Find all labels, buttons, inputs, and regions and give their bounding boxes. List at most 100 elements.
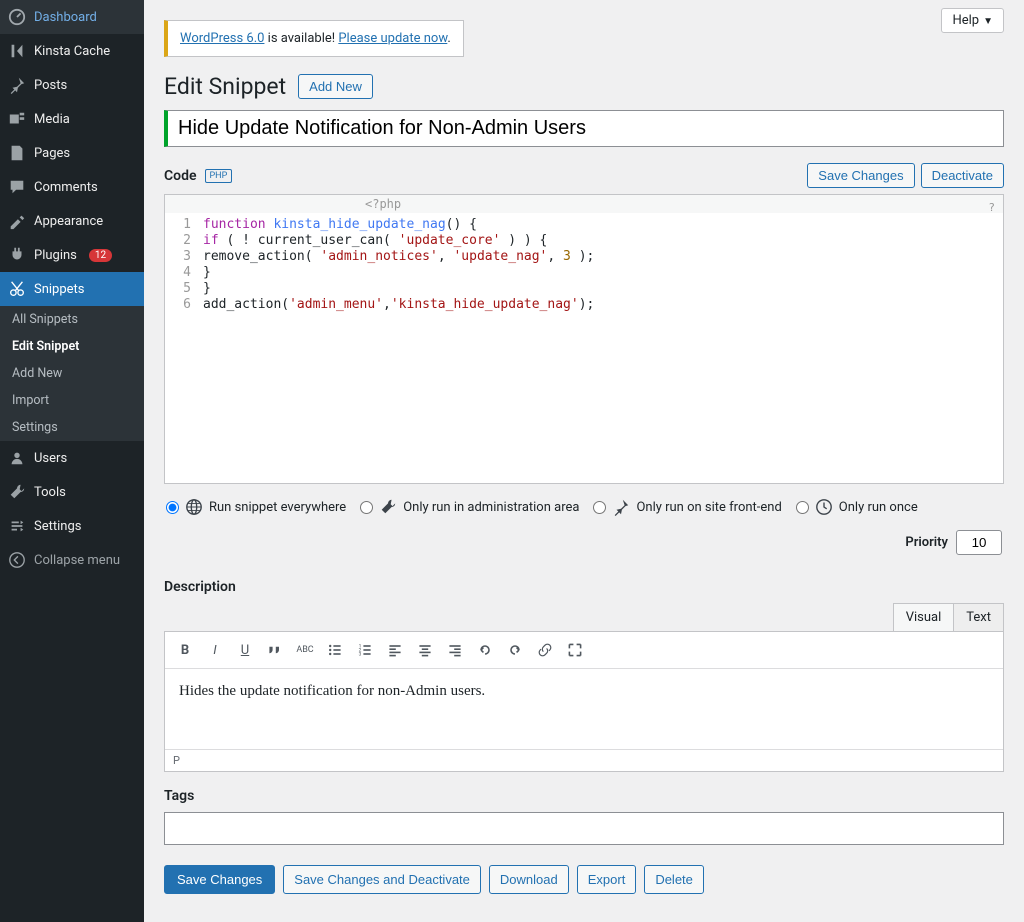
align-right-button[interactable] (443, 638, 467, 662)
clock-icon (815, 498, 833, 516)
add-new-button[interactable]: Add New (298, 74, 373, 99)
sidebar-item-comments[interactable]: Comments (0, 170, 144, 204)
plugins-icon (8, 246, 26, 264)
underline-button[interactable]: U (233, 638, 257, 662)
sidebar-label: Tools (34, 485, 66, 500)
pin-icon (612, 498, 630, 516)
blockquote-button[interactable] (263, 638, 287, 662)
wordpress-version-link[interactable]: WordPress 6.0 (180, 31, 264, 46)
sidebar-label: Settings (34, 519, 81, 534)
code-header: <?php ? (165, 195, 1003, 213)
sidebar-label: Comments (34, 180, 98, 195)
editor-path: P (165, 749, 1003, 771)
sidebar-item-collapse[interactable]: Collapse menu (0, 543, 144, 577)
text-tab[interactable]: Text (954, 603, 1004, 631)
editor-toolbar: B I U ABC 123 (165, 632, 1003, 669)
submenu-settings[interactable]: Settings (0, 414, 144, 441)
tools-icon (8, 483, 26, 501)
bullet-list-button[interactable] (323, 638, 347, 662)
comments-icon (8, 178, 26, 196)
fullscreen-button[interactable] (563, 638, 587, 662)
update-now-link[interactable]: Please update now (338, 31, 447, 46)
main-content: Help▼ WordPress 6.0 is available! Please… (144, 0, 1024, 922)
sidebar-item-tools[interactable]: Tools (0, 475, 144, 509)
align-left-button[interactable] (383, 638, 407, 662)
description-label: Description (164, 579, 1004, 595)
plugins-update-badge: 12 (89, 249, 112, 262)
code-section-head: Code php Save Changes Deactivate (164, 163, 1004, 188)
sidebar-label: Kinsta Cache (34, 44, 110, 59)
kinsta-icon (8, 42, 26, 60)
submenu-all-snippets[interactable]: All Snippets (0, 306, 144, 333)
users-icon (8, 449, 26, 467)
sidebar-label: Users (34, 451, 67, 466)
save-deactivate-button[interactable]: Save Changes and Deactivate (283, 865, 481, 894)
svg-text:3: 3 (359, 652, 362, 658)
deactivate-button[interactable]: Deactivate (921, 163, 1004, 188)
page-heading: Edit Snippet (164, 73, 286, 100)
sidebar-label: Snippets (34, 282, 85, 297)
submenu-add-new[interactable]: Add New (0, 360, 144, 387)
code-help-icon[interactable]: ? (988, 201, 995, 214)
sidebar-label: Media (34, 112, 70, 127)
help-tab[interactable]: Help▼ (941, 8, 1004, 33)
redo-button[interactable] (503, 638, 527, 662)
sidebar-item-kinsta-cache[interactable]: Kinsta Cache (0, 34, 144, 68)
strikethrough-button[interactable]: ABC (293, 638, 317, 662)
run-scope-row: Run snippet everywhere Only run in admin… (164, 484, 1004, 569)
run-admin-option[interactable]: Only run in administration area (360, 498, 579, 516)
sidebar-item-dashboard[interactable]: Dashboard (0, 0, 144, 34)
chevron-down-icon: ▼ (983, 16, 993, 27)
link-button[interactable] (533, 638, 557, 662)
italic-button[interactable]: I (203, 638, 227, 662)
code-content[interactable]: function kinsta_hide_update_nag() { if (… (197, 213, 600, 483)
wrench-icon (379, 498, 397, 516)
numbered-list-button[interactable]: 123 (353, 638, 377, 662)
align-center-button[interactable] (413, 638, 437, 662)
snippets-icon (8, 280, 26, 298)
sidebar-item-settings[interactable]: Settings (0, 509, 144, 543)
sidebar-label: Appearance (34, 214, 103, 229)
delete-button[interactable]: Delete (644, 865, 704, 894)
sidebar-item-media[interactable]: Media (0, 102, 144, 136)
actions-row: Save Changes Save Changes and Deactivate… (164, 865, 1004, 894)
tags-label: Tags (164, 788, 1004, 804)
sidebar-label: Collapse menu (34, 553, 120, 568)
download-button[interactable]: Download (489, 865, 569, 894)
run-once-option[interactable]: Only run once (796, 498, 918, 516)
export-button[interactable]: Export (577, 865, 637, 894)
dashboard-icon (8, 8, 26, 26)
submenu-edit-snippet[interactable]: Edit Snippet (0, 333, 144, 360)
priority-field: Priority (905, 530, 1002, 555)
page-title-row: Edit Snippet Add New (164, 73, 1004, 100)
sidebar-item-snippets[interactable]: Snippets (0, 272, 144, 306)
media-icon (8, 110, 26, 128)
tags-input[interactable] (164, 812, 1004, 845)
code-gutter: 123456 (165, 213, 197, 483)
bold-button[interactable]: B (173, 638, 197, 662)
sidebar-item-plugins[interactable]: Plugins 12 (0, 238, 144, 272)
run-everywhere-option[interactable]: Run snippet everywhere (166, 498, 346, 516)
code-editor[interactable]: <?php ? 123456 function kinsta_hide_upda… (164, 194, 1004, 484)
sidebar-item-appearance[interactable]: Appearance (0, 204, 144, 238)
snippet-title-input[interactable] (164, 110, 1004, 147)
save-changes-button[interactable]: Save Changes (164, 865, 275, 894)
code-label: Code (164, 168, 197, 184)
submenu-import[interactable]: Import (0, 387, 144, 414)
visual-tab[interactable]: Visual (893, 603, 955, 631)
save-changes-top-button[interactable]: Save Changes (807, 163, 914, 188)
priority-input[interactable] (956, 530, 1002, 555)
description-editor: B I U ABC 123 Hides the update notificat… (164, 631, 1004, 772)
sidebar-label: Dashboard (34, 10, 97, 25)
run-frontend-option[interactable]: Only run on site front-end (593, 498, 781, 516)
globe-icon (185, 498, 203, 516)
sidebar-item-posts[interactable]: Posts (0, 68, 144, 102)
update-notice: WordPress 6.0 is available! Please updat… (164, 20, 464, 57)
admin-sidebar: Dashboard Kinsta Cache Posts Media Pages… (0, 0, 144, 922)
sidebar-item-pages[interactable]: Pages (0, 136, 144, 170)
undo-button[interactable] (473, 638, 497, 662)
pages-icon (8, 144, 26, 162)
description-content[interactable]: Hides the update notification for non-Ad… (165, 669, 1003, 749)
collapse-icon (8, 551, 26, 569)
sidebar-item-users[interactable]: Users (0, 441, 144, 475)
